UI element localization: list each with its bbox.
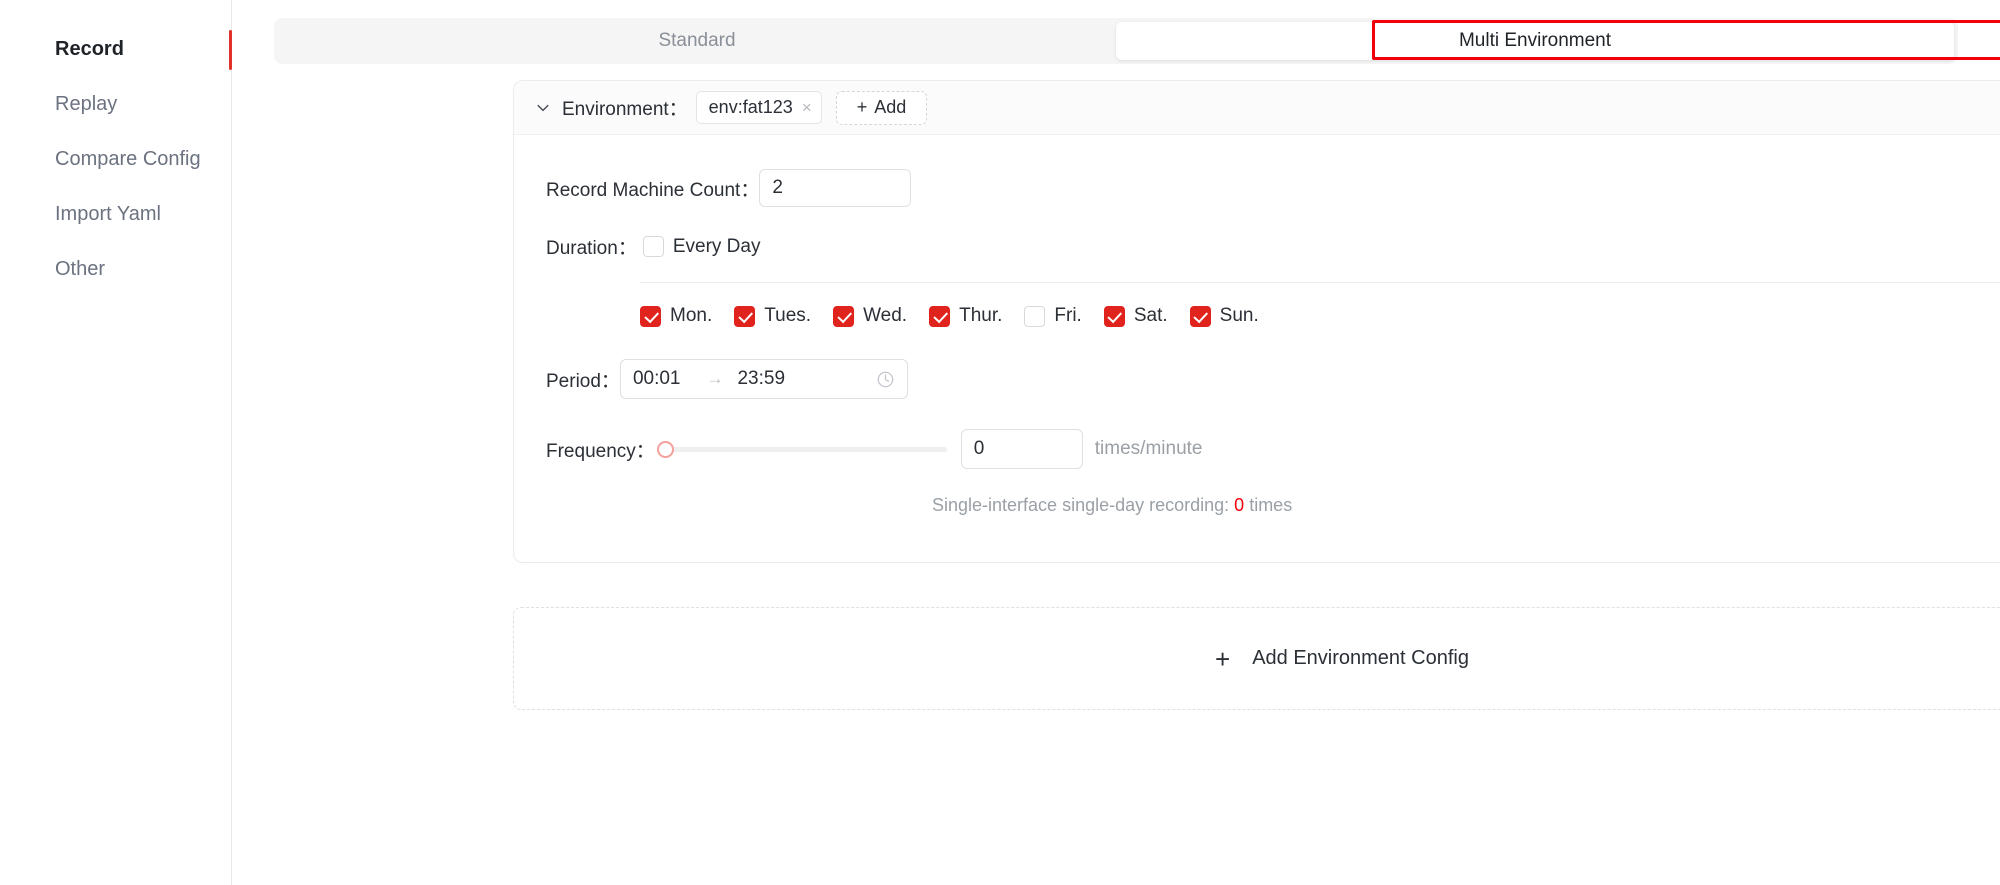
weekday-checkbox-sat[interactable]: Sat.: [1103, 305, 1168, 327]
duration-row: Duration： Every Day: [514, 233, 2000, 260]
sidebar-item-label: Import Yaml: [55, 203, 161, 225]
every-day-checkbox[interactable]: [642, 236, 664, 257]
weekday-checkbox-sun[interactable]: Sun.: [1189, 305, 1259, 327]
sidebar-item-label: Compare Config: [55, 148, 201, 170]
sidebar-item-label: Replay: [55, 93, 118, 115]
close-icon[interactable]: ×: [802, 99, 812, 116]
period-time-range-picker[interactable]: 00:01 → 23:59: [619, 359, 908, 399]
duration-label: Duration：: [546, 238, 637, 259]
environment-tag-label: env:fat123: [708, 97, 793, 117]
mode-segmented-control: Standard Multi Environment: [274, 18, 1958, 64]
checkbox-wed[interactable]: [833, 305, 855, 327]
period-end-time[interactable]: 23:59: [737, 368, 785, 390]
weekday-checkbox-mon[interactable]: Mon.: [640, 305, 712, 327]
sidebar-item-label: Other: [55, 258, 106, 280]
weekday-label: Tues.: [764, 305, 812, 326]
recording-estimate-hint: Single-interface single-day recording: 0…: [514, 495, 2000, 516]
period-row: Period： 00:01 → 23:59: [514, 359, 2000, 399]
frequency-unit-label: times/minute: [1094, 438, 1203, 459]
weekday-label: Wed.: [863, 305, 908, 326]
weekday-divider: [640, 282, 2000, 283]
weekday-checkbox-fri[interactable]: Fri.: [1024, 305, 1082, 327]
hint-prefix: Single-interface single-day recording:: [932, 495, 1235, 515]
frequency-label: Frequency：: [546, 440, 655, 462]
environment-card-body: Record Machine Count： Duration： Every Da…: [514, 135, 2000, 562]
checkbox-fri[interactable]: [1024, 305, 1046, 327]
weekday-checkbox-tues[interactable]: Tues.: [734, 305, 811, 327]
arrow-right-icon: →: [706, 369, 724, 388]
record-machine-count-row: Record Machine Count：: [514, 169, 2000, 207]
weekday-label: Thur.: [959, 305, 1003, 326]
app-root: Record Replay Compare Config Import Yaml…: [0, 0, 2000, 885]
period-start-time[interactable]: 00:01: [633, 368, 681, 390]
weekday-checkbox-wed[interactable]: Wed.: [833, 305, 907, 327]
weekday-label: Sun.: [1219, 305, 1259, 326]
sidebar-item-label: Record: [55, 38, 124, 60]
plus-icon: +: [1215, 643, 1231, 674]
frequency-slider-handle[interactable]: [656, 440, 674, 458]
weekday-label: Fri.: [1054, 305, 1082, 326]
sidebar-item-record[interactable]: Record: [0, 22, 232, 77]
main-content: Standard Multi Environment Environment： …: [232, 0, 2000, 885]
frequency-slider-track[interactable]: [664, 446, 947, 452]
add-environment-button[interactable]: + Add: [835, 90, 928, 125]
tab-standard[interactable]: Standard: [278, 22, 1116, 60]
tab-multi-environment[interactable]: Multi Environment: [1116, 22, 1954, 60]
every-day-checkbox-group[interactable]: Every Day: [642, 235, 761, 258]
checkbox-tues[interactable]: [734, 305, 756, 327]
environment-card-header: Environment： env:fat123 × + Add Delete: [514, 81, 2000, 135]
checkbox-sat[interactable]: [1103, 305, 1125, 327]
sidebar: Record Replay Compare Config Import Yaml…: [0, 0, 232, 885]
checkbox-sun[interactable]: [1189, 305, 1211, 327]
weekday-label: Sat.: [1133, 305, 1168, 326]
record-machine-count-label: Record Machine Count：: [546, 179, 760, 201]
clock-icon: [876, 370, 895, 389]
checkbox-thur[interactable]: [929, 305, 951, 327]
sidebar-item-import-yaml[interactable]: Import Yaml: [0, 187, 231, 242]
add-environment-button-label: Add: [874, 97, 907, 117]
weekday-checkbox-row: Mon. Tues. Wed. Thur. Fri. Sat. Sun.: [514, 305, 2000, 327]
record-machine-count-input[interactable]: [759, 169, 912, 207]
period-label: Period：: [546, 370, 620, 392]
frequency-row: Frequency： times/minute: [514, 429, 2000, 469]
every-day-label: Every Day: [672, 235, 761, 257]
plus-icon: +: [856, 97, 868, 117]
sidebar-item-other[interactable]: Other: [0, 242, 231, 297]
environment-tag[interactable]: env:fat123 ×: [695, 91, 822, 124]
environment-config-card: Environment： env:fat123 × + Add Delete R…: [513, 80, 2000, 563]
sidebar-item-compare-config[interactable]: Compare Config: [0, 132, 231, 187]
weekday-label: Mon.: [670, 305, 713, 326]
checkbox-mon[interactable]: [640, 305, 661, 327]
environment-label: Environment：: [562, 99, 688, 120]
hint-suffix: times: [1244, 495, 1293, 515]
sidebar-item-replay[interactable]: Replay: [0, 77, 231, 132]
chevron-down-icon[interactable]: [534, 99, 552, 117]
frequency-slider[interactable]: [656, 439, 947, 459]
weekday-checkbox-thur[interactable]: Thur.: [929, 305, 1002, 327]
frequency-value-input[interactable]: [960, 429, 1083, 469]
hint-count: 0: [1234, 495, 1245, 515]
add-environment-config-button[interactable]: + Add Environment Config: [513, 607, 2000, 710]
add-environment-config-label: Add Environment Config: [1252, 647, 1469, 669]
